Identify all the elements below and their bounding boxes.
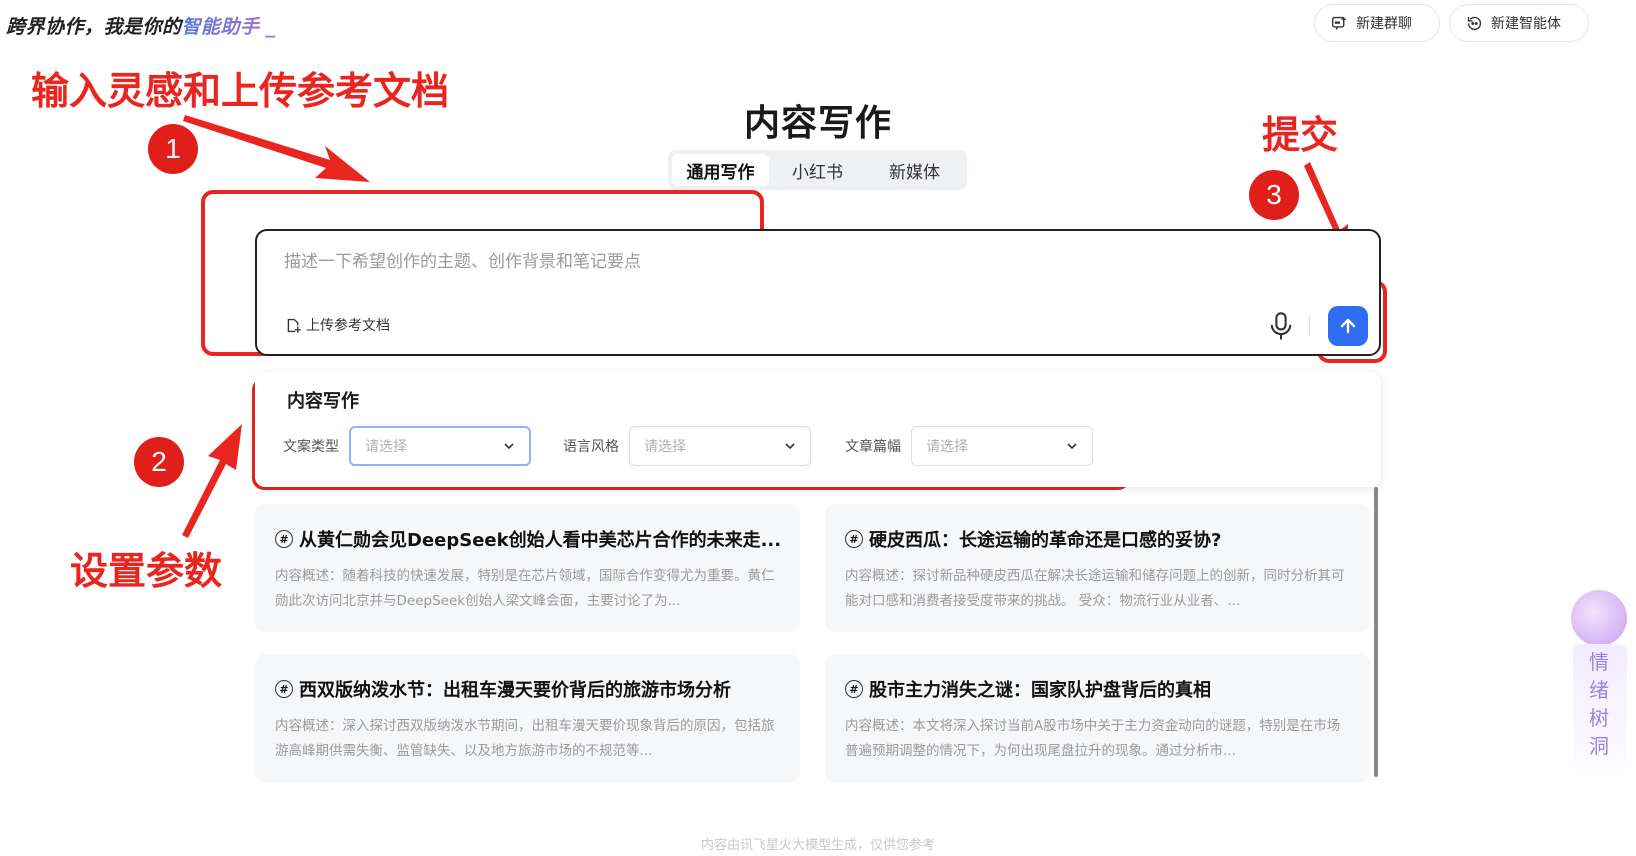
page-title: 内容写作 <box>743 103 892 144</box>
suggestion-card[interactable]: # 硬皮西瓜：长途运输的革命还是口感的妥协? 内容概述：探讨新品种硬皮西瓜在解决长… <box>825 504 1370 632</box>
writing-mode-tabs: 通用写作 小红书 新媒体 <box>668 150 967 190</box>
tab-general-writing[interactable]: 通用写作 <box>672 154 769 186</box>
suggestion-card[interactable]: # 西双版纳泼水节：出租车漫天要价背后的旅游市场分析 内容概述：深入探讨西双版纳泼… <box>255 654 800 782</box>
hashtag-icon: # <box>845 530 863 548</box>
language-style-placeholder: 请选择 <box>644 439 686 455</box>
card-description: 内容概述：探讨新品种硬皮西瓜在解决长途运输和储存问题上的创新，同时分析其可能对口… <box>845 568 1345 609</box>
suggestion-card[interactable]: # 从黄仁勋会见DeepSeek创始人看中美芯片合作的未来走... 内容概述：随着… <box>255 504 800 632</box>
tagline-highlight: 智能助手 <box>181 16 260 38</box>
param-language-style-label: 语言风格 <box>563 439 619 455</box>
chevron-down-icon <box>504 443 514 450</box>
agent-icon <box>1467 16 1482 30</box>
mascot-icon <box>1571 590 1627 646</box>
tab-new-media[interactable]: 新媒体 <box>866 154 963 186</box>
new-group-chat-button[interactable]: 新建群聊 <box>1314 4 1440 42</box>
hashtag-icon: # <box>275 530 293 548</box>
tagline: 跨界协作，我是你的智能助手 _ <box>6 12 276 39</box>
upload-reference-label: 上传参考文档 <box>306 318 390 334</box>
new-group-chat-label: 新建群聊 <box>1356 16 1412 32</box>
widget-label: 情绪树洞 <box>1589 650 1609 758</box>
hashtag-icon: # <box>845 680 863 698</box>
param-copy-type-label: 文案类型 <box>283 439 339 455</box>
annotation-step2-number: 2 <box>134 437 184 487</box>
submit-button[interactable] <box>1328 306 1368 346</box>
prompt-input-box: 上传参考文档 <box>255 229 1381 356</box>
param-copy-type: 文案类型 请选择 <box>283 426 531 466</box>
input-divider <box>1309 315 1310 337</box>
tagline-cursor: _ <box>265 16 276 38</box>
annotation-arrow-2 <box>182 424 242 538</box>
emotion-treehole-widget[interactable]: 情绪树洞 <box>1567 590 1631 800</box>
card-description: 内容概述：随着科技的快速发展，特别是在芯片领域，国际合作变得尤为重要。黄仁勋此次… <box>275 568 775 609</box>
new-agent-label: 新建智能体 <box>1491 16 1561 32</box>
cards-scrollbar[interactable] <box>1374 487 1378 777</box>
new-agent-button[interactable]: 新建智能体 <box>1449 4 1589 42</box>
prompt-input[interactable] <box>284 247 1144 287</box>
group-chat-icon <box>1332 16 1347 30</box>
language-style-select[interactable]: 请选择 <box>629 426 811 466</box>
chevron-down-icon <box>785 443 795 450</box>
article-length-placeholder: 请选择 <box>926 439 968 455</box>
microphone-icon[interactable] <box>1267 311 1295 341</box>
card-title: 从黄仁勋会见DeepSeek创始人看中美芯片合作的未来走... <box>299 530 780 551</box>
upload-reference-button[interactable]: 上传参考文档 <box>285 315 390 335</box>
annotation-step3-number: 3 <box>1249 170 1299 220</box>
param-article-length: 文章篇幅 请选择 <box>845 426 1093 466</box>
card-title: 硬皮西瓜：长途运输的革命还是口感的妥协? <box>869 530 1222 551</box>
hashtag-icon: # <box>275 680 293 698</box>
card-title: 西双版纳泼水节：出租车漫天要价背后的旅游市场分析 <box>299 680 731 701</box>
article-length-select[interactable]: 请选择 <box>911 426 1093 466</box>
annotation-step2-text: 设置参数 <box>70 549 223 593</box>
card-description: 内容概述：本文将深入探讨当前A股市场中关于主力资金动向的谜题，特别是在市场普遍预… <box>845 718 1341 759</box>
card-description: 内容概述：深入探讨西双版纳泼水节期间，出租车漫天要价现象背后的原因，包括旅游高峰… <box>275 718 775 759</box>
params-title: 内容写作 <box>287 391 359 412</box>
suggestion-card[interactable]: # 股市主力消失之谜：国家队护盘背后的真相 内容概述：本文将深入探讨当前A股市场中… <box>825 654 1370 782</box>
param-language-style: 语言风格 请选择 <box>563 426 811 466</box>
suggestion-cards: # 从黄仁勋会见DeepSeek创始人看中美芯片合作的未来走... 内容概述：随着… <box>255 496 1375 786</box>
card-title: 股市主力消失之谜：国家队护盘背后的真相 <box>869 680 1211 701</box>
tab-xiaohongshu[interactable]: 小红书 <box>769 154 866 186</box>
arrow-up-icon <box>1340 318 1356 334</box>
copy-type-select[interactable]: 请选择 <box>349 426 531 466</box>
param-article-length-label: 文章篇幅 <box>845 439 901 455</box>
copy-type-placeholder: 请选择 <box>365 439 407 455</box>
upload-file-icon <box>287 318 301 333</box>
params-panel: 内容写作 文案类型 请选择 语言风格 请选择 文章篇幅 请选择 <box>255 372 1381 487</box>
tagline-prefix: 跨界协作，我是你的 <box>6 16 182 38</box>
footer-disclaimer: 内容由讯飞星火大模型生成，仅供您参考 <box>700 838 935 853</box>
chevron-down-icon <box>1067 443 1077 450</box>
